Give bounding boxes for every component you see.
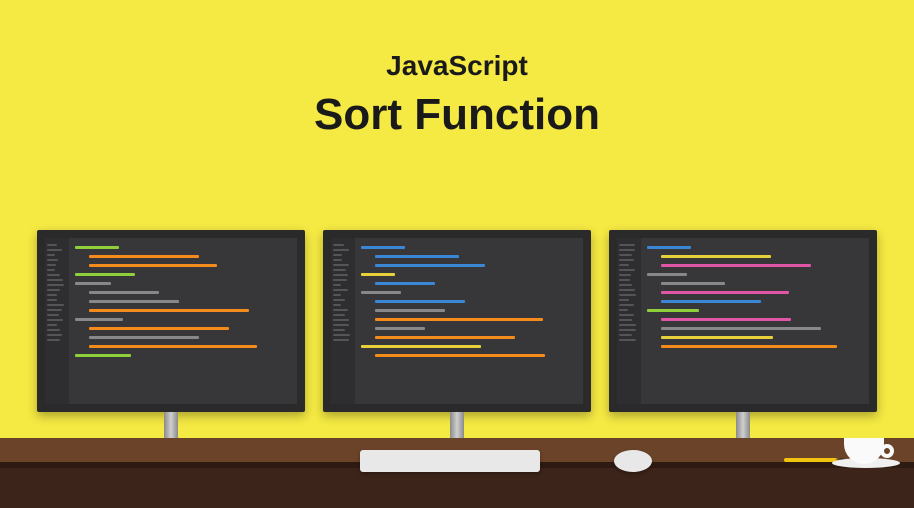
code-line — [375, 336, 515, 339]
code-line — [75, 273, 135, 276]
monitor-right — [609, 230, 877, 462]
code-line — [661, 291, 789, 294]
screen — [45, 238, 297, 404]
code-line — [375, 300, 465, 303]
code-line — [89, 291, 159, 294]
code-line — [89, 300, 179, 303]
desk — [0, 438, 914, 508]
code-line — [375, 264, 485, 267]
code-line — [361, 246, 405, 249]
title-line1: JavaScript — [0, 50, 914, 82]
code-line — [75, 354, 131, 357]
monitor-center — [323, 230, 591, 462]
code-line — [661, 282, 725, 285]
code-line — [89, 264, 217, 267]
mouse-icon — [614, 450, 652, 472]
code-line — [661, 300, 761, 303]
code-line — [75, 246, 119, 249]
editor-gutter — [331, 238, 355, 404]
code-line — [375, 318, 543, 321]
code-line — [661, 336, 773, 339]
code-line — [375, 309, 445, 312]
code-line — [361, 291, 401, 294]
code-line — [661, 264, 811, 267]
code-line — [75, 318, 123, 321]
screen-bezel — [37, 230, 305, 412]
code-line — [361, 273, 395, 276]
code-line — [661, 327, 821, 330]
screen — [617, 238, 869, 404]
screen-bezel — [609, 230, 877, 412]
editor-body — [69, 238, 297, 404]
code-line — [361, 345, 481, 348]
code-line — [89, 309, 249, 312]
monitor-left — [37, 230, 305, 462]
code-line — [89, 345, 257, 348]
coffee-cup-icon — [838, 434, 894, 468]
title-line2: Sort Function — [0, 90, 914, 140]
code-line — [375, 255, 459, 258]
code-line — [661, 255, 771, 258]
code-line — [375, 354, 545, 357]
code-line — [89, 336, 199, 339]
heading-area: JavaScript Sort Function — [0, 0, 914, 140]
editor-body — [641, 238, 869, 404]
code-line — [89, 327, 229, 330]
code-line — [647, 273, 687, 276]
keyboard-icon — [360, 450, 540, 472]
code-line — [661, 345, 837, 348]
code-line — [661, 318, 791, 321]
screen-bezel — [323, 230, 591, 412]
code-line — [375, 327, 425, 330]
code-line — [89, 255, 199, 258]
monitors-row — [0, 230, 914, 462]
editor-gutter — [45, 238, 69, 404]
screen — [331, 238, 583, 404]
code-line — [647, 309, 699, 312]
code-line — [647, 246, 691, 249]
scene — [0, 198, 914, 508]
editor-body — [355, 238, 583, 404]
code-line — [75, 282, 111, 285]
code-line — [375, 282, 435, 285]
editor-gutter — [617, 238, 641, 404]
